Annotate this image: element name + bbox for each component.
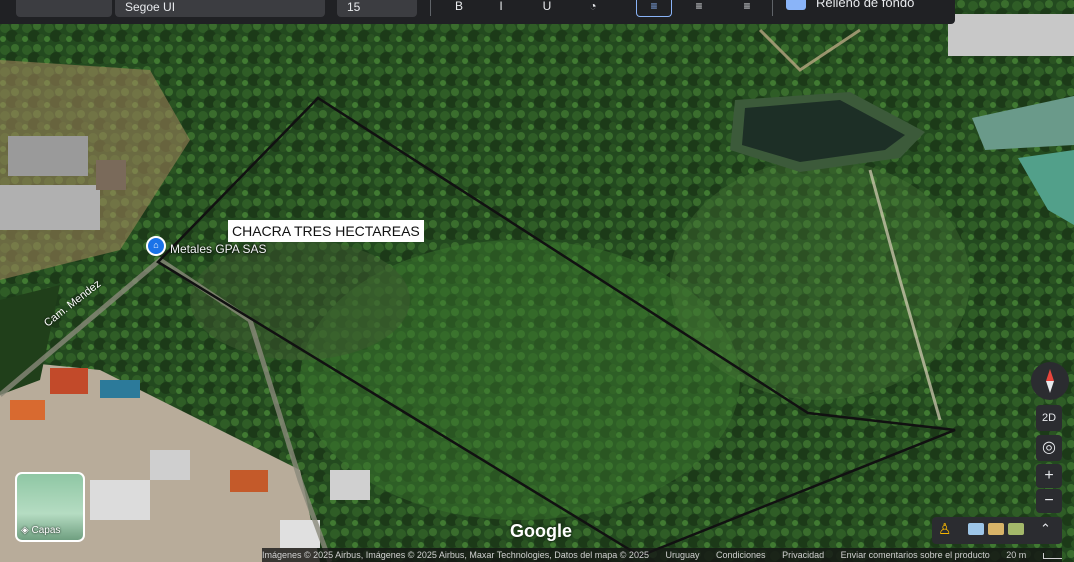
bold-icon[interactable]: B: [448, 0, 470, 17]
country-link[interactable]: Uruguay: [665, 550, 699, 560]
pegman-icon[interactable]: ♙: [938, 520, 951, 538]
scale-indicator[interactable]: 20 m: [1006, 548, 1062, 562]
layers-icon: ◈: [21, 525, 29, 536]
zoom-in-button[interactable]: +: [1036, 464, 1062, 488]
toolbar-divider: [772, 0, 773, 16]
background-fill-label: Relleno de fondo: [816, 0, 915, 10]
feedback-link[interactable]: Enviar comentarios sobre el producto: [841, 550, 990, 560]
parcel-label[interactable]: CHACRA TRES HECTAREAS: [228, 220, 424, 242]
background-fill-checkbox[interactable]: [786, 0, 806, 10]
satellite-map[interactable]: [0, 0, 1074, 562]
google-logo: Google: [510, 521, 572, 541]
imagery-thumbnail[interactable]: [1008, 523, 1024, 535]
layers-label: ◈ Capas: [21, 525, 61, 536]
scale-bar: [1042, 552, 1062, 559]
drawing-toolbar: Segoe UI 15 B I U ◔ ≡ ≡ ≡ Relleno de fon…: [0, 0, 955, 24]
toolbar-blank-field[interactable]: [16, 0, 112, 17]
plus-icon: +: [1044, 467, 1054, 484]
my-location-icon[interactable]: ◎: [1036, 435, 1062, 461]
align-center-icon[interactable]: ≡: [688, 0, 710, 17]
color-icon[interactable]: ◔: [582, 0, 604, 17]
imagery-attribution: Imágenes © 2025 Airbus, Imágenes © 2025 …: [262, 550, 649, 560]
layers-button[interactable]: ◈ Capas: [15, 472, 85, 542]
terms-link[interactable]: Condiciones: [716, 550, 766, 560]
font-select[interactable]: Segoe UI: [115, 0, 325, 17]
underline-icon[interactable]: U: [536, 0, 558, 17]
privacy-link[interactable]: Privacidad: [782, 550, 824, 560]
chevron-up-icon[interactable]: ⌃: [1040, 521, 1051, 537]
minus-icon: −: [1044, 492, 1054, 509]
imagery-thumbnail[interactable]: [968, 523, 984, 535]
street-view-bar: ♙ ⌃: [932, 517, 1062, 544]
imagery-thumbnail[interactable]: [988, 523, 1004, 535]
attribution-bar: Imágenes © 2025 Airbus, Imágenes © 2025 …: [262, 548, 1062, 562]
compass-icon[interactable]: [1031, 362, 1069, 400]
zoom-out-button[interactable]: −: [1036, 489, 1062, 513]
toolbar-divider: [430, 0, 431, 16]
size-select[interactable]: 15: [337, 0, 417, 17]
view-mode-button[interactable]: 2D: [1036, 405, 1062, 431]
shopping-bag-icon[interactable]: ⌂: [146, 236, 166, 256]
italic-icon[interactable]: I: [490, 0, 512, 17]
align-right-icon[interactable]: ≡: [736, 0, 758, 17]
align-left-icon[interactable]: ≡: [636, 0, 672, 17]
business-pin-label[interactable]: Metales GPA SAS: [170, 242, 267, 256]
